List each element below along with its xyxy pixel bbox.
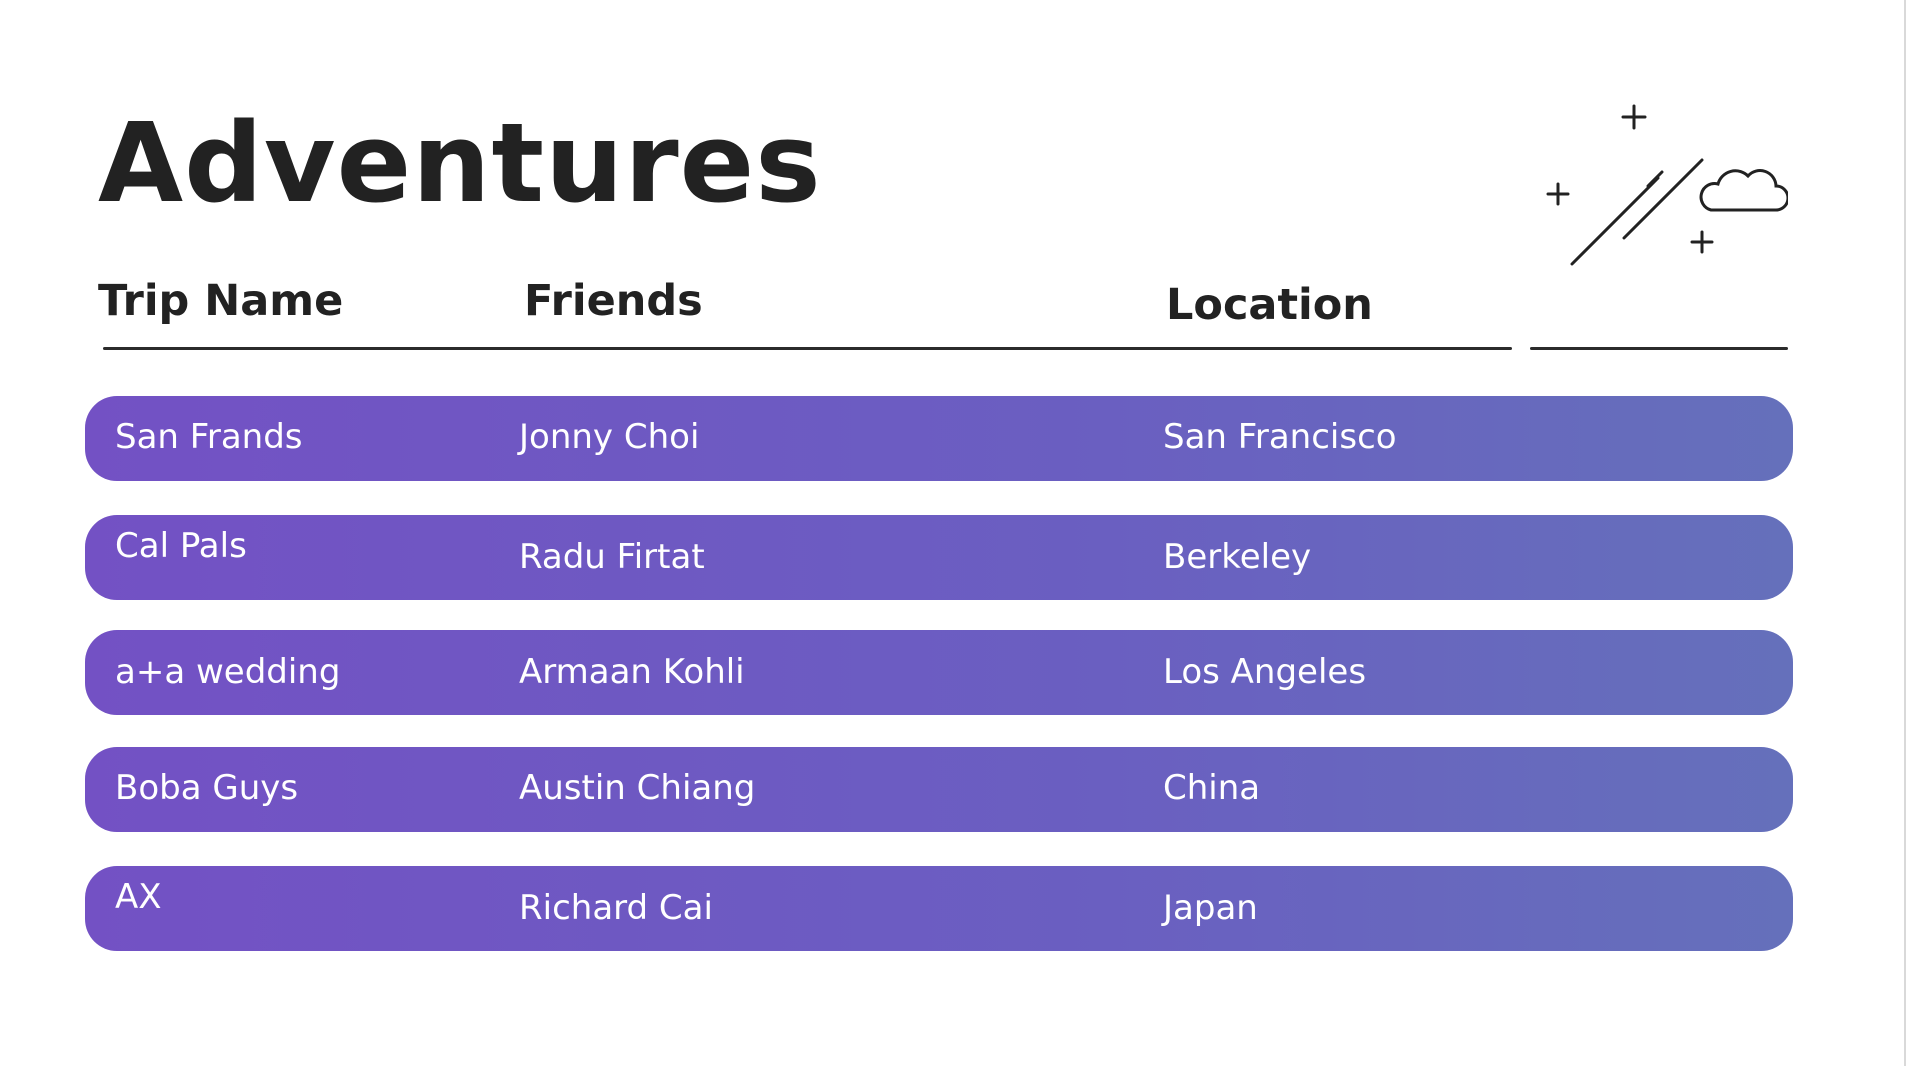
trip-row[interactable]: San Frands Jonny Choi San Francisco xyxy=(85,396,1793,481)
shooting-star-cloud-icon xyxy=(1546,104,1788,266)
trip-row[interactable]: a+a wedding Armaan Kohli Los Angeles xyxy=(85,630,1793,715)
column-header-trip-name: Trip Name xyxy=(98,276,344,326)
trip-friend: Jonny Choi xyxy=(519,417,700,457)
trip-friend: Richard Cai xyxy=(519,888,713,928)
trip-location: San Francisco xyxy=(1163,417,1397,457)
column-header-location: Location xyxy=(1166,280,1373,330)
trip-name: Cal Pals xyxy=(115,526,247,566)
trip-location: China xyxy=(1163,768,1261,808)
page-title: Adventures xyxy=(98,99,822,227)
trip-row[interactable]: Boba Guys Austin Chiang China xyxy=(85,747,1793,832)
header-divider xyxy=(103,347,1512,350)
trip-location: Los Angeles xyxy=(1163,652,1367,692)
header-divider-short xyxy=(1530,347,1788,350)
trip-friend: Armaan Kohli xyxy=(519,652,745,692)
column-header-friends: Friends xyxy=(524,276,703,326)
trip-name: San Frands xyxy=(115,417,303,457)
trip-location: Japan xyxy=(1163,888,1258,928)
trip-location: Berkeley xyxy=(1163,537,1312,577)
trip-row[interactable]: Cal Pals Radu Firtat Berkeley xyxy=(85,515,1793,600)
trip-row[interactable]: AX Richard Cai Japan xyxy=(85,866,1793,951)
trip-name: Boba Guys xyxy=(115,768,299,808)
trip-name: a+a wedding xyxy=(115,652,341,692)
trip-name: AX xyxy=(115,877,162,917)
adventures-page: Adventures Trip Name Friends Location Sa… xyxy=(0,0,1906,1066)
trip-friend: Radu Firtat xyxy=(519,537,705,577)
trip-friend: Austin Chiang xyxy=(519,768,756,808)
